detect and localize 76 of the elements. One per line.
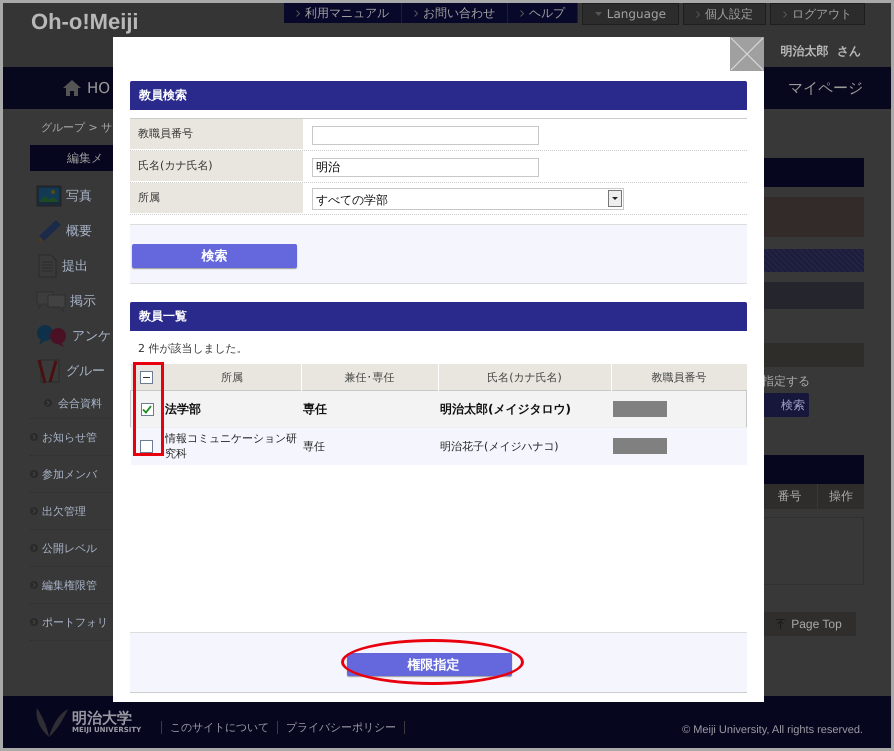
sidebar-item[interactable]: ポートフォリ xyxy=(42,614,108,630)
section-header: 教員一覧 xyxy=(130,302,747,331)
close-icon xyxy=(730,37,764,71)
sidebar-item[interactable]: 公開レベル xyxy=(42,540,97,556)
bullet-icon xyxy=(30,433,38,441)
sidebar-item[interactable]: 写真 xyxy=(66,186,92,204)
notebook-icon xyxy=(36,358,62,384)
page-top-button[interactable]: Page Top xyxy=(762,612,856,636)
header-link[interactable]: 利用マニュアル xyxy=(284,3,402,23)
dropdown-field[interactable]: すべての学部 xyxy=(312,188,624,210)
column-header: 教職員番号 xyxy=(611,364,746,390)
sidebar-item[interactable]: 概要 xyxy=(66,222,92,240)
bullet-icon xyxy=(30,544,38,552)
field-label: 氏名(カナ氏名) xyxy=(130,151,303,182)
sidebar-item[interactable]: 出欠管理 xyxy=(42,504,86,518)
input-field[interactable]: 明治 xyxy=(312,158,539,177)
table-cell: 専任 xyxy=(301,390,438,428)
checkbox[interactable] xyxy=(140,403,154,416)
pencil-icon xyxy=(36,218,62,242)
section-header: 教員検索 xyxy=(130,81,747,110)
search-button[interactable]: 検索 xyxy=(132,244,297,268)
caret-icon xyxy=(594,12,602,16)
user-name: 明治太郎 さん xyxy=(780,43,861,60)
input-field[interactable] xyxy=(312,126,539,144)
chevron-icon xyxy=(296,10,300,16)
header-link[interactable]: 個人設定 xyxy=(683,3,766,25)
breadcrumb: グループ > サ xyxy=(41,120,112,134)
column-header: 所属 xyxy=(163,364,301,390)
column-header: 番号 xyxy=(776,488,802,505)
header-link[interactable]: ヘルプ xyxy=(508,3,578,23)
nav-item[interactable]: マイページ xyxy=(788,78,863,98)
university-name: 明治大学 xyxy=(72,710,132,726)
chevron-icon xyxy=(520,10,524,16)
sidebar-item[interactable]: 提出 xyxy=(62,256,88,274)
sidebar-item[interactable]: アンケ xyxy=(72,326,111,344)
header-link[interactable]: ログアウト xyxy=(770,3,865,25)
sidebar-item[interactable]: 編集権限管 xyxy=(42,578,97,592)
search-button[interactable]: 検索 xyxy=(762,393,809,417)
sidebar-item[interactable]: グルー xyxy=(66,362,105,380)
table-cell: 情報コミュニケーション研究科 xyxy=(163,428,301,464)
select-all-checkbox[interactable] xyxy=(140,370,153,384)
copyright: © Meiji University, All rights reserved. xyxy=(682,724,863,736)
table-cell: 専任 xyxy=(301,428,438,464)
sidebar-item[interactable]: 会合資料 xyxy=(58,396,102,410)
bullet-icon xyxy=(30,507,38,515)
sidebar-item[interactable]: お知らせ管 xyxy=(42,430,97,444)
column-header: 操作 xyxy=(817,484,864,509)
footer-link[interactable]: プライバシーポリシー xyxy=(286,720,396,734)
column-header: 氏名(カナ氏名) xyxy=(438,364,611,390)
chevron-icon xyxy=(414,10,418,16)
field-label: 教職員番号 xyxy=(130,119,303,150)
bullet-icon xyxy=(30,618,38,626)
table-cell: 法学部 xyxy=(163,390,301,428)
field-label: 所属 xyxy=(130,183,303,214)
table-cell: 明治花子(メイジハナコ) xyxy=(438,428,611,464)
site-logo[interactable]: Oh-o!Meiji xyxy=(31,9,139,35)
nav-item[interactable]: HO xyxy=(63,79,110,97)
picture-icon xyxy=(36,184,62,206)
column-header: 兼任･専任 xyxy=(301,364,438,390)
result-count: 2 件が該当しました。 xyxy=(138,341,248,356)
house-icon xyxy=(63,80,81,96)
sidebar-heading: 編集メ xyxy=(30,145,116,171)
bullet-icon xyxy=(30,581,38,589)
bullet-icon xyxy=(30,470,38,478)
header-link[interactable]: Language xyxy=(582,3,679,25)
checkbox[interactable] xyxy=(140,440,154,453)
header-link[interactable]: お問い合わせ xyxy=(402,3,508,23)
qa-bubbles-icon xyxy=(36,324,68,348)
chevron-icon xyxy=(783,10,787,18)
chevron-icon xyxy=(696,10,700,18)
table-cell: 明治太郎(メイジタロウ) xyxy=(438,390,611,428)
bullet-icon xyxy=(44,399,52,407)
footer-link[interactable]: このサイトについて xyxy=(170,720,270,734)
sidebar-item[interactable]: 掲示 xyxy=(70,292,96,310)
assign-permission-button[interactable]: 権限指定 xyxy=(347,653,512,676)
sidebar-item[interactable]: 参加メンバ xyxy=(42,466,97,482)
